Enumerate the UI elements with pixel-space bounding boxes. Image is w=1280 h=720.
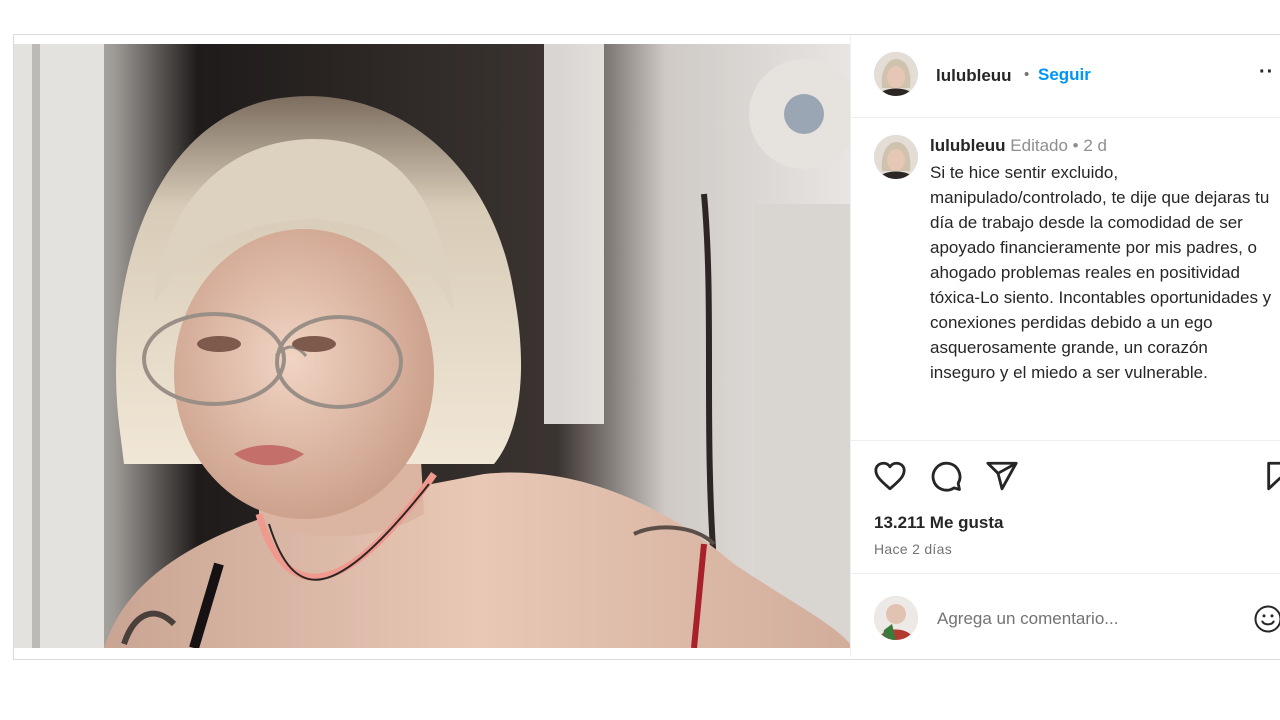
heart-icon[interactable] bbox=[873, 459, 907, 493]
comments-section[interactable]: lulubleuu Editado • 2 d Si te hice senti… bbox=[851, 118, 1280, 440]
bookmark-icon[interactable] bbox=[1263, 459, 1280, 493]
avatar-image bbox=[874, 135, 918, 179]
separator-dot: • bbox=[1024, 66, 1030, 83]
post-time: Hace 2 días bbox=[874, 541, 953, 557]
caption-username[interactable]: lulubleuu bbox=[930, 136, 1006, 155]
caption-text: Si te hice sentir excluido, manipulado/c… bbox=[930, 163, 1272, 382]
caption-meta: Editado • 2 d bbox=[1010, 136, 1107, 155]
comment-icon[interactable] bbox=[929, 459, 963, 493]
portrait-image bbox=[14, 44, 850, 648]
comment-input[interactable] bbox=[935, 606, 1239, 632]
follow-button[interactable]: Seguir bbox=[1038, 65, 1091, 85]
caption-avatar[interactable] bbox=[874, 135, 918, 179]
user-avatar[interactable] bbox=[874, 52, 918, 96]
avatar-image bbox=[874, 52, 918, 96]
avatar-image bbox=[874, 596, 918, 640]
post-username[interactable]: lulubleuu bbox=[936, 66, 1012, 86]
emoji-icon[interactable] bbox=[1253, 604, 1280, 634]
more-horizontal-icon[interactable]: ·· bbox=[1259, 61, 1274, 84]
caption-header: lulubleuu Editado • 2 d bbox=[930, 136, 1107, 156]
viewer-avatar bbox=[874, 596, 918, 640]
post-photo[interactable] bbox=[14, 44, 850, 648]
send-icon[interactable] bbox=[985, 459, 1019, 493]
post-side-panel: lulubleuu • Seguir ·· lulubleuu Editado … bbox=[850, 35, 1280, 657]
action-bar: 13.211 Me gusta Hace 2 días bbox=[851, 440, 1280, 571]
likes-count[interactable]: 13.211 Me gusta bbox=[874, 513, 1003, 533]
post-header: lulubleuu • Seguir ·· bbox=[851, 35, 1280, 118]
add-comment-bar bbox=[851, 573, 1280, 658]
